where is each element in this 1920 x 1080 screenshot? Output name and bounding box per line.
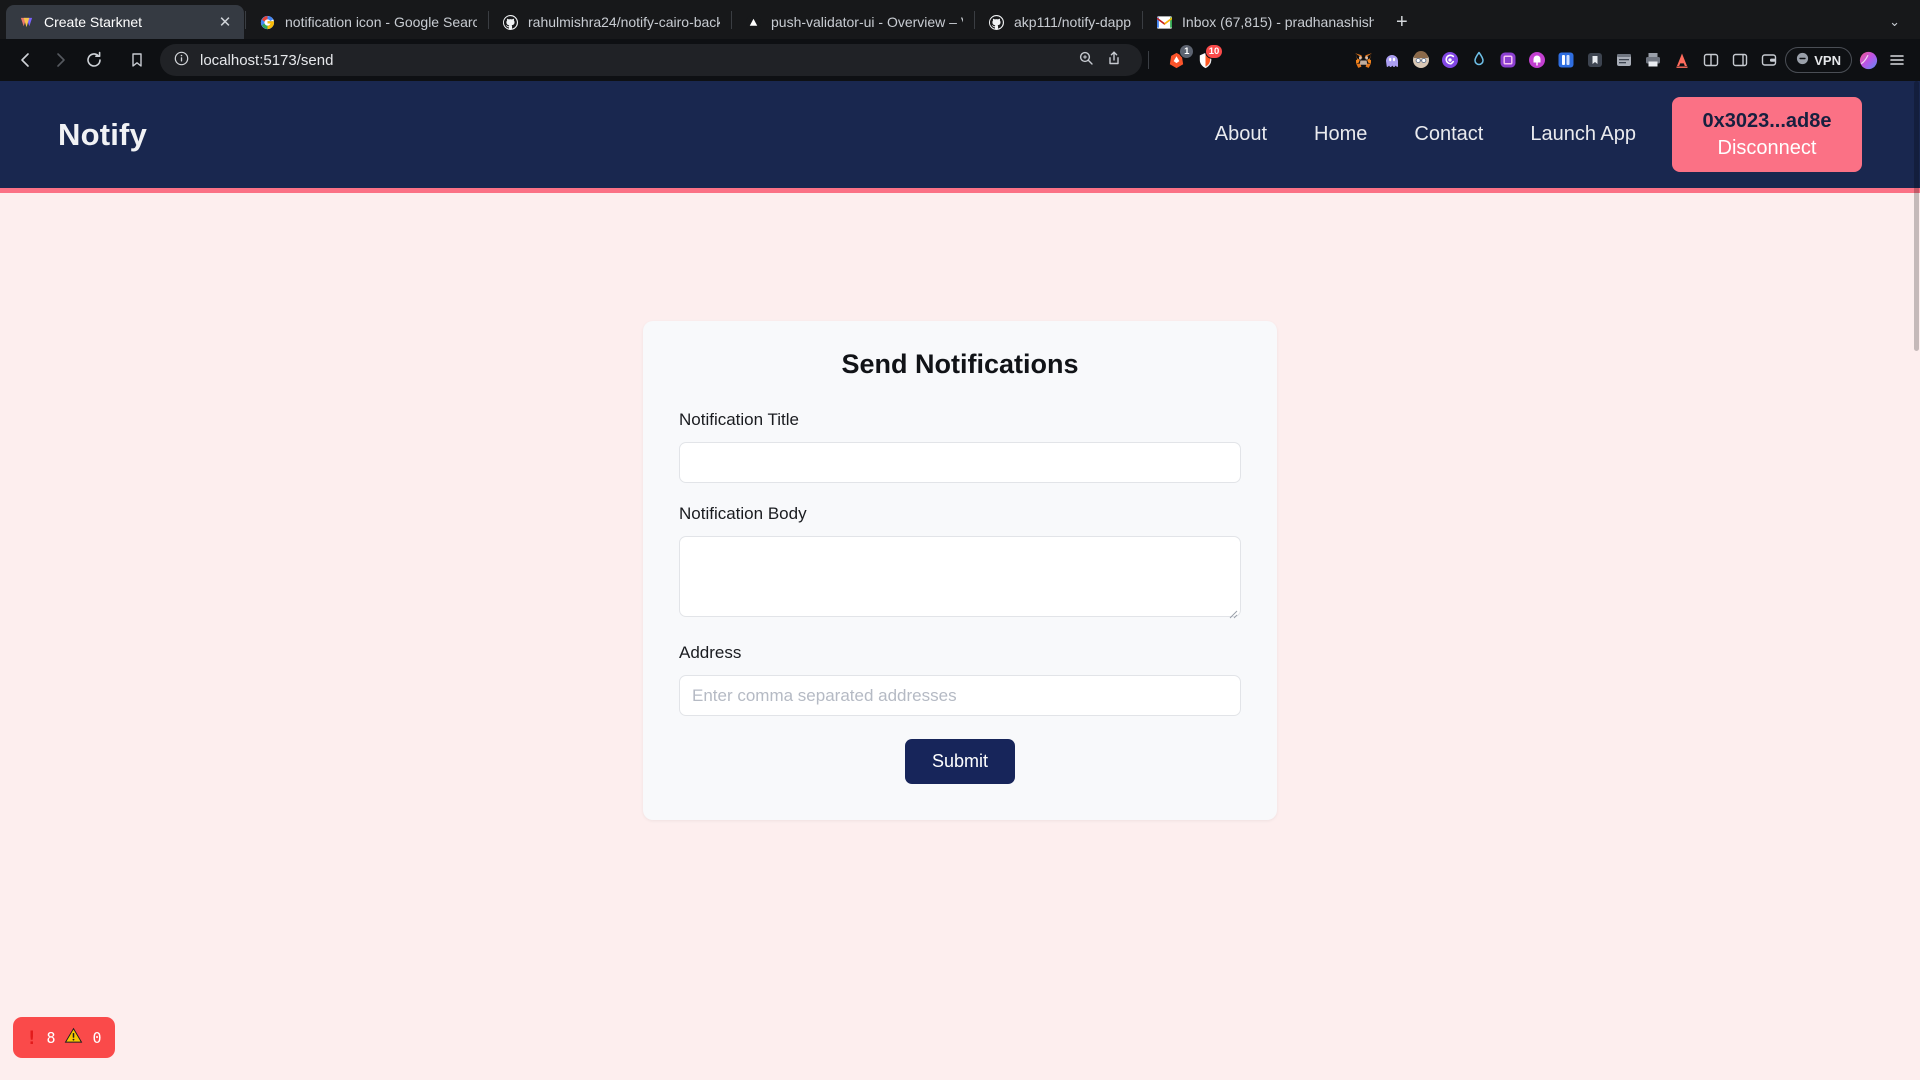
printer-icon[interactable] — [1640, 47, 1666, 73]
url-bar-actions — [1078, 50, 1128, 70]
json-viewer-icon[interactable] — [1611, 47, 1637, 73]
brave-rewards-icon[interactable]: 1 — [1163, 44, 1195, 73]
notification-body-textarea[interactable] — [679, 536, 1241, 617]
address-bar-wrapper: localhost:5173/send — [112, 44, 1143, 76]
tab-separator — [488, 10, 489, 29]
error-count: 8 — [46, 1028, 56, 1047]
vpn-shield-icon — [1796, 52, 1809, 68]
argent-wallet-icon[interactable] — [1437, 47, 1463, 73]
textarea-wrapper — [679, 536, 1241, 622]
address-input[interactable] — [679, 675, 1241, 716]
phantom-wallet-icon[interactable] — [1379, 47, 1405, 73]
warning-count: 0 — [92, 1028, 102, 1047]
tab-separator — [1142, 10, 1144, 29]
tab-title: Create Starknet — [44, 14, 143, 30]
warning-triangle-icon — [64, 1026, 83, 1049]
keplr-wallet-icon[interactable] — [1495, 47, 1521, 73]
back-button[interactable] — [10, 45, 42, 75]
field-notification-body: Notification Body — [679, 504, 1241, 622]
google-icon — [259, 14, 276, 31]
metamask-icon[interactable] — [1350, 47, 1376, 73]
wallet-disconnect-button[interactable]: 0x3023...ad8e Disconnect — [1672, 97, 1862, 172]
browser-tab-active[interactable]: Create Starknet ✕ — [6, 5, 244, 39]
forward-button[interactable] — [44, 45, 76, 75]
browser-tab-gmail-inbox[interactable]: Inbox (67,815) - pradhanashish95@gmail.c… — [1144, 5, 1384, 39]
browser-tab-notify-dapp[interactable]: akp111/notify-dapp — [976, 5, 1141, 39]
tab-separator — [731, 10, 732, 29]
notification-title-input[interactable] — [679, 442, 1241, 483]
browser-tab-google-search[interactable]: notification icon - Google Search — [247, 5, 487, 39]
submit-row: Submit — [679, 739, 1241, 784]
toolbar-separator — [1148, 51, 1150, 69]
brave-profile-icon[interactable] — [1855, 47, 1881, 73]
hamburger-menu-icon[interactable] — [1884, 47, 1910, 73]
vercel-icon — [745, 14, 762, 31]
browser-tab-push-validator-ui[interactable]: push-validator-ui - Overview – Vercel — [733, 5, 973, 39]
browser-toolbar: localhost:5173/send 1 10 VPN — [0, 39, 1920, 81]
split-view-icon[interactable] — [1698, 47, 1724, 73]
address-label: Address — [679, 643, 742, 662]
new-tab-button[interactable]: + — [1384, 5, 1420, 39]
tab-close-icon[interactable]: ✕ — [216, 13, 234, 31]
github-icon — [502, 14, 519, 31]
vpn-label: VPN — [1814, 52, 1841, 68]
submit-button[interactable]: Submit — [904, 739, 1016, 784]
braavos-wallet-icon[interactable] — [1466, 47, 1492, 73]
url-text: localhost:5173/send — [200, 51, 334, 69]
site-header: Notify About Home Contact Launch App 0x3… — [0, 81, 1920, 193]
rabby-wallet-icon[interactable] — [1408, 47, 1434, 73]
wallet-disconnect-label: Disconnect — [1717, 136, 1817, 159]
tab-title: Inbox (67,815) - pradhanashish95@gmail.c… — [1182, 14, 1375, 30]
chevron-down-icon[interactable]: ⌄ — [1877, 5, 1912, 39]
bookmarks-manager-icon[interactable] — [1582, 47, 1608, 73]
field-notification-title: Notification Title — [679, 410, 1241, 483]
tab-separator — [245, 10, 246, 29]
nav-link-launch-app[interactable]: Launch App — [1530, 123, 1636, 146]
search-icon[interactable] — [1078, 50, 1094, 70]
field-address: Address — [679, 643, 1241, 716]
vpn-button[interactable]: VPN — [1785, 47, 1852, 73]
notification-title-label: Notification Title — [679, 410, 799, 429]
main-nav: About Home Contact Launch App — [1215, 123, 1636, 146]
wallet-address: 0x3023...ad8e — [1702, 110, 1832, 133]
github-icon — [988, 14, 1005, 31]
wallet-icon[interactable] — [1756, 47, 1782, 73]
page-viewport: Notify About Home Contact Launch App 0x3… — [0, 81, 1920, 1080]
tab-title: akp111/notify-dapp — [1014, 14, 1132, 30]
nav-link-home[interactable]: Home — [1314, 123, 1367, 146]
tab-title: rahulmishra24/notify-cairo-backend — [528, 14, 720, 30]
petra-wallet-icon[interactable] — [1524, 47, 1550, 73]
tab-title: notification icon - Google Search — [285, 14, 477, 30]
starknet-logo-icon — [18, 14, 35, 31]
devtools-error-badge[interactable]: ! 8 0 — [13, 1017, 115, 1058]
browser-window: Create Starknet ✕ notification icon - Go… — [0, 0, 1920, 1080]
gmail-icon — [1156, 14, 1173, 31]
send-notifications-card: Send Notifications Notification Title No… — [643, 321, 1277, 820]
tab-title: push-validator-ui - Overview – Vercel — [771, 14, 963, 30]
react-devtools-icon[interactable] — [1553, 47, 1579, 73]
tab-strip: Create Starknet ✕ notification icon - Go… — [0, 0, 1920, 39]
nav-link-about[interactable]: About — [1215, 123, 1267, 146]
address-bar[interactable]: localhost:5173/send — [160, 44, 1143, 76]
share-icon[interactable] — [1106, 50, 1122, 70]
card-title: Send Notifications — [841, 349, 1079, 379]
bookmark-icon[interactable] — [122, 45, 152, 75]
brave-shields-icon[interactable]: 10 — [1192, 44, 1224, 73]
error-exclamation-icon: ! — [26, 1026, 38, 1049]
page-scrollbar-track[interactable] — [1914, 81, 1920, 1080]
grammarly-icon[interactable] — [1669, 47, 1695, 73]
reload-button[interactable] — [78, 45, 110, 75]
notification-body-label: Notification Body — [679, 504, 807, 523]
page-content: Send Notifications Notification Title No… — [0, 193, 1920, 820]
info-circle-icon[interactable] — [174, 51, 189, 70]
page-scrollbar-thumb[interactable] — [1914, 81, 1919, 351]
sidebar-icon[interactable] — [1727, 47, 1753, 73]
brand-logo[interactable]: Notify — [58, 117, 147, 153]
browser-tab-notify-cairo-backend[interactable]: rahulmishra24/notify-cairo-backend — [490, 5, 730, 39]
tab-separator — [974, 10, 975, 29]
extensions-row: 1 10 VPN — [1155, 44, 1910, 73]
shields-badge: 10 — [1204, 44, 1224, 59]
nav-link-contact[interactable]: Contact — [1414, 123, 1483, 146]
